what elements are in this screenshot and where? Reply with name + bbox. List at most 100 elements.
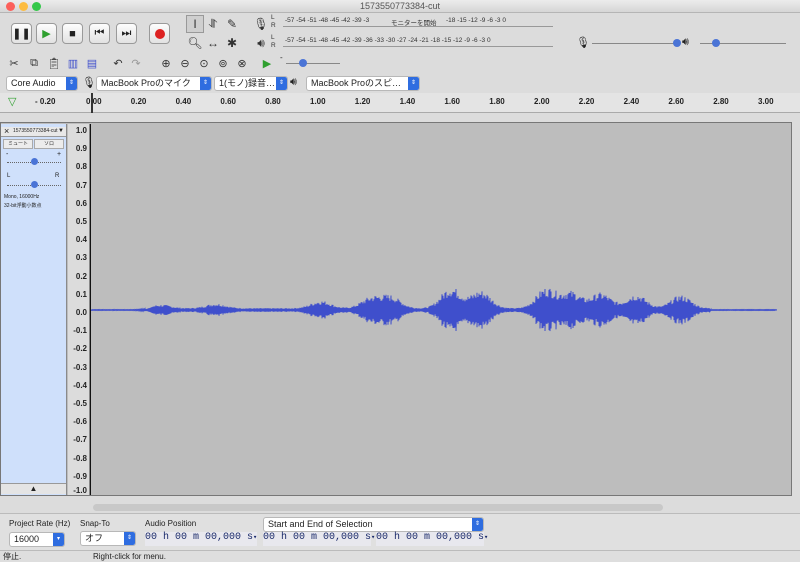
selection-mode-value: Start and End of Selection (268, 519, 373, 529)
vertical-amplitude-scale[interactable]: 1.0 0.9 0.8 0.7 0.6 0.5 0.4 0.3 0.2 0.1 0.0 -0.1 -0.… (68, 124, 90, 495)
chevron-down-icon: ▾ (53, 533, 64, 546)
redo-icon: ↷ (131, 57, 141, 70)
solo-button[interactable]: ソロ (34, 139, 64, 149)
project-rate-label: Project Rate (Hz) (9, 519, 71, 528)
amplitude-tick-label: 0.4 (75, 235, 87, 245)
paste-button[interactable]: 📋︎ (46, 55, 62, 71)
ruler-tick-label: 2.40 (623, 97, 640, 106)
record-button[interactable] (149, 23, 170, 44)
ruler-tick-label: - 0.20 (35, 97, 56, 106)
ruler-tick-label: 2.00 (534, 97, 550, 106)
fit-project-button[interactable]: ⊚ (215, 55, 231, 71)
zoom-toggle-button[interactable]: ⊗ (234, 55, 250, 71)
waveform-svg (91, 288, 777, 332)
zoom-tool[interactable]: 🔍︎ (186, 34, 204, 52)
close-window-button[interactable] (6, 2, 15, 11)
zoom-window-button[interactable] (32, 2, 41, 11)
time-shift-tool[interactable]: ↔ (204, 34, 222, 52)
record-meter[interactable]: -57 -54 -51 -48 -45 -42 -39 -3 モニターを開始 -… (279, 15, 557, 30)
selection-tool[interactable]: I (186, 15, 204, 33)
copy-button[interactable]: ⧉ (26, 55, 42, 71)
play-meter-speaker-button[interactable]: 🔊︎ (252, 34, 270, 52)
pencil-icon: ✎ (226, 17, 238, 31)
recording-device-select[interactable]: MacBook Proのマイク ⇕ (96, 76, 212, 91)
ruler-tick-label: 0.00 (86, 97, 102, 106)
i-beam-icon: I (193, 17, 197, 31)
zoom-out-icon: ⊖ (180, 57, 190, 70)
gain-slider[interactable] (7, 158, 61, 166)
selection-start-value: 00 h 00 m 00,000 s (263, 532, 372, 543)
amplitude-tick-label: -0.9 (73, 471, 87, 481)
playback-meter[interactable]: -57 -54 -51 -48 -45 -42 -39 -36 -33 -30 … (279, 35, 557, 50)
gain-minus: - (6, 151, 9, 158)
ruler-tick-label: 0.40 (175, 97, 192, 106)
selection-mode-select[interactable]: Start and End of Selection ⇕ (263, 517, 484, 532)
speaker-icon: 🔊︎ (290, 76, 297, 88)
amplitude-tick-label: 0.7 (75, 180, 87, 190)
selection-end-field[interactable]: 00 h 00 m 00,000 s▾ (376, 532, 488, 546)
audio-host-select[interactable]: Core Audio ⇕ (6, 76, 78, 91)
close-track-icon[interactable]: × (4, 126, 9, 136)
stop-button[interactable]: ■ (62, 23, 83, 44)
zoom-fit-icon: ⊚ (218, 57, 228, 70)
amplitude-tick-label: 0.3 (75, 253, 87, 263)
project-rate-combo[interactable]: 16000 ▾ (9, 532, 65, 547)
silence-button[interactable]: ▤ (84, 55, 100, 71)
horizontal-scrollbar[interactable] (93, 504, 663, 511)
zoom-in-button[interactable]: ⊕ (158, 55, 174, 71)
audio-host-value: Core Audio (11, 78, 56, 88)
zoom-out-button[interactable]: ⊖ (177, 55, 193, 71)
rec-meter-scale: -57 -54 -51 -48 -45 -42 -39 -3 (285, 17, 370, 24)
pin-playhead-icon[interactable]: ▽ (8, 95, 16, 108)
chevron-down-icon[interactable]: ▼ (58, 128, 64, 134)
mute-button[interactable]: ミュート (3, 139, 33, 149)
chevron-up-icon: ▲ (29, 484, 38, 493)
pan-right: R (55, 173, 60, 179)
ruler-tick-label: 0.80 (265, 97, 281, 106)
track-control-panel[interactable]: × 1573550773384-cut ▼ ミュート ソロ - + L R Mo… (1, 124, 67, 495)
undo-button[interactable]: ↶ (110, 55, 126, 71)
pan-left: L (7, 173, 11, 179)
timeline-ruler[interactable]: ▽ - 0.20 0.00 0.20 0.40 0.60 0.80 1.00 1.20 1.40… (0, 93, 800, 113)
play-button[interactable]: ▶ (36, 23, 57, 44)
draw-tool[interactable]: ✎ (223, 15, 241, 33)
snap-to-label: Snap-To (80, 519, 110, 528)
selection-end-value: 00 h 00 m 00,000 s (376, 532, 485, 543)
play-speed-slider[interactable]: - (280, 53, 342, 69)
ruler-tick-label: 1.00 (310, 97, 326, 106)
audio-position-label: Audio Position (145, 519, 197, 528)
redo-button[interactable]: ↷ (128, 55, 144, 71)
playback-volume-slider[interactable]: 🔊︎ (682, 36, 790, 50)
collapse-track-button[interactable]: ▲ (1, 483, 66, 494)
chevron-updown-icon: ⇕ (408, 77, 419, 90)
cut-button[interactable]: ✂ (6, 55, 22, 71)
chevron-updown-icon: ⇕ (66, 77, 77, 90)
chevron-down-icon: ▾ (253, 534, 258, 542)
pause-button[interactable]: ❚❚ (11, 23, 32, 44)
recording-channels-select[interactable]: 1(モノ)録音… ⇕ (214, 76, 288, 91)
audio-position-field[interactable]: 00 h 00 m 00,000 s▾ (145, 532, 257, 546)
recording-device-value: MacBook Proのマイク (101, 78, 191, 88)
minimize-window-button[interactable] (19, 2, 28, 11)
selection-start-field[interactable]: 00 h 00 m 00,000 s▾ (263, 532, 375, 546)
pan-slider[interactable] (7, 181, 61, 189)
track-name-menu[interactable]: 1573550773384-cut (13, 128, 58, 134)
fit-selection-button[interactable]: ⊙ (196, 55, 212, 71)
trim-button[interactable]: ▥ (65, 55, 81, 71)
window-titlebar: 1573550773384-cut (0, 0, 800, 13)
skip-to-start-button[interactable]: ⏮ (89, 23, 110, 44)
waveform-view[interactable] (91, 124, 777, 495)
amplitude-tick-label: 0.1 (75, 289, 87, 299)
snap-to-select[interactable]: オフ ⇕ (80, 531, 136, 546)
recording-volume-slider[interactable]: 🎙︎ (576, 36, 684, 50)
play-at-speed-icon: ▶ (262, 57, 272, 70)
play-at-speed-button[interactable]: ▶ (259, 55, 275, 71)
multi-tool[interactable]: ✱ (223, 34, 241, 52)
skip-start-icon: ⏮ (94, 27, 105, 39)
envelope-tool[interactable]: ⥯ (204, 15, 222, 33)
zoom-selection-icon: ⊙ (199, 57, 209, 70)
record-meter-mic-button[interactable]: 🎙︎ (252, 15, 270, 33)
skip-to-end-button[interactable]: ⏭ (116, 23, 137, 44)
stop-icon: ■ (69, 27, 76, 40)
playback-device-select[interactable]: MacBook Proのスピ… ⇕ (306, 76, 420, 91)
